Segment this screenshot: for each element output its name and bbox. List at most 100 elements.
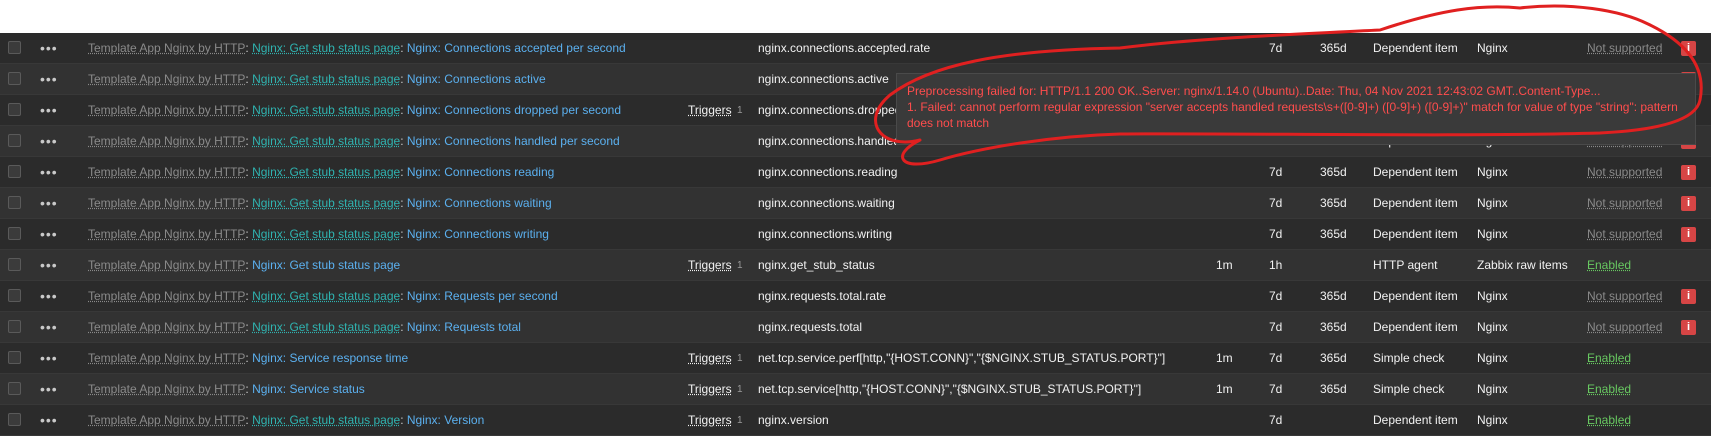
template-link[interactable]: Template App Nginx by HTTP xyxy=(88,72,245,86)
row-checkbox[interactable] xyxy=(8,413,21,426)
item-status-link[interactable]: Not supported xyxy=(1587,188,1662,219)
template-link[interactable]: Template App Nginx by HTTP xyxy=(88,41,245,55)
item-status-link[interactable]: Enabled xyxy=(1587,250,1631,281)
row-actions-icon[interactable]: ••• xyxy=(40,219,58,250)
template-link[interactable]: Template App Nginx by HTTP xyxy=(88,165,245,179)
item-type: Simple check xyxy=(1373,382,1445,396)
row-actions-icon[interactable]: ••• xyxy=(40,405,58,436)
row-checkbox[interactable] xyxy=(8,227,21,240)
triggers-link[interactable]: Triggers xyxy=(688,95,732,126)
info-error-icon[interactable]: i xyxy=(1681,320,1696,335)
row-actions-icon[interactable]: ••• xyxy=(40,188,58,219)
item-name-link[interactable]: Nginx: Requests per second xyxy=(407,289,558,303)
discovery-rule-link[interactable]: Nginx: Get stub status page xyxy=(252,227,400,241)
item-status-link[interactable]: Enabled xyxy=(1587,343,1631,374)
name-separator: : xyxy=(400,227,404,241)
item-name-link[interactable]: Nginx: Get stub status page xyxy=(252,258,400,272)
item-name-link[interactable]: Nginx: Service response time xyxy=(252,351,408,365)
discovery-rule-link[interactable]: Nginx: Get stub status page xyxy=(252,165,400,179)
row-actions-icon[interactable]: ••• xyxy=(40,343,58,374)
row-actions-icon[interactable]: ••• xyxy=(40,157,58,188)
row-actions-icon[interactable]: ••• xyxy=(40,33,58,64)
info-error-icon[interactable]: i xyxy=(1681,196,1696,211)
row-actions-icon[interactable]: ••• xyxy=(40,126,58,157)
item-name-link[interactable]: Nginx: Connections active xyxy=(407,72,546,86)
row-checkbox[interactable] xyxy=(8,382,21,395)
info-error-icon[interactable]: i xyxy=(1681,41,1696,56)
info-error-icon[interactable]: i xyxy=(1681,165,1696,180)
row-actions-icon[interactable]: ••• xyxy=(40,250,58,281)
triggers-link[interactable]: Triggers xyxy=(688,374,732,405)
name-separator: : xyxy=(400,72,404,86)
template-link[interactable]: Template App Nginx by HTTP xyxy=(88,134,245,148)
template-link[interactable]: Template App Nginx by HTTP xyxy=(88,258,245,272)
item-name-link[interactable]: Nginx: Connections dropped per second xyxy=(407,103,621,117)
discovery-rule-link[interactable]: Nginx: Get stub status page xyxy=(252,289,400,303)
item-status-link[interactable]: Not supported xyxy=(1587,219,1662,250)
item-name-link[interactable]: Nginx: Version xyxy=(407,413,484,427)
template-link[interactable]: Template App Nginx by HTTP xyxy=(88,413,245,427)
item-application: Nginx xyxy=(1477,413,1508,427)
row-actions-icon[interactable]: ••• xyxy=(40,95,58,126)
item-name-link[interactable]: Nginx: Connections writing xyxy=(407,227,549,241)
item-status-link[interactable]: Not supported xyxy=(1587,157,1662,188)
triggers-link[interactable]: Triggers xyxy=(688,250,732,281)
info-error-icon[interactable]: i xyxy=(1681,289,1696,304)
item-interval: 1m xyxy=(1216,382,1233,396)
row-checkbox[interactable] xyxy=(8,320,21,333)
row-actions-icon[interactable]: ••• xyxy=(40,281,58,312)
discovery-rule-link[interactable]: Nginx: Get stub status page xyxy=(252,72,400,86)
item-status-link[interactable]: Not supported xyxy=(1587,281,1662,312)
template-link[interactable]: Template App Nginx by HTTP xyxy=(88,103,245,117)
discovery-wrap: Nginx: Get stub status page: xyxy=(252,103,407,117)
template-link[interactable]: Template App Nginx by HTTP xyxy=(88,320,245,334)
item-name-link[interactable]: Nginx: Connections waiting xyxy=(407,196,552,210)
name-separator: : xyxy=(245,165,249,179)
item-type: Dependent item xyxy=(1373,289,1458,303)
row-checkbox[interactable] xyxy=(8,103,21,116)
item-name-link[interactable]: Nginx: Connections reading xyxy=(407,165,554,179)
discovery-rule-link[interactable]: Nginx: Get stub status page xyxy=(252,41,400,55)
discovery-rule-link[interactable]: Nginx: Get stub status page xyxy=(252,103,400,117)
row-checkbox[interactable] xyxy=(8,351,21,364)
discovery-rule-link[interactable]: Nginx: Get stub status page xyxy=(252,413,400,427)
item-name-link[interactable]: Nginx: Service status xyxy=(252,382,365,396)
item-status-link[interactable]: Enabled xyxy=(1587,405,1631,436)
discovery-rule-link[interactable]: Nginx: Get stub status page xyxy=(252,196,400,210)
row-checkbox[interactable] xyxy=(8,165,21,178)
table-row: ••• Template App Nginx by HTTP: Nginx: S… xyxy=(0,374,1711,405)
item-name-link[interactable]: Nginx: Connections accepted per second xyxy=(407,41,626,55)
name-separator: : xyxy=(400,41,404,55)
item-type: Dependent item xyxy=(1373,165,1458,179)
triggers-link[interactable]: Triggers xyxy=(688,343,732,374)
row-checkbox[interactable] xyxy=(8,196,21,209)
item-status-link[interactable]: Not supported xyxy=(1587,33,1662,64)
template-link[interactable]: Template App Nginx by HTTP xyxy=(88,289,245,303)
info-error-icon[interactable]: i xyxy=(1681,227,1696,242)
row-checkbox[interactable] xyxy=(8,72,21,85)
template-link[interactable]: Template App Nginx by HTTP xyxy=(88,196,245,210)
template-link[interactable]: Template App Nginx by HTTP xyxy=(88,227,245,241)
row-checkbox[interactable] xyxy=(8,41,21,54)
template-link[interactable]: Template App Nginx by HTTP xyxy=(88,382,245,396)
item-status-link[interactable]: Enabled xyxy=(1587,374,1631,405)
trigger-count: 1 xyxy=(737,415,743,426)
row-checkbox[interactable] xyxy=(8,258,21,271)
row-actions-icon[interactable]: ••• xyxy=(40,312,58,343)
item-name-cell: Template App Nginx by HTTP: Nginx: Get s… xyxy=(88,219,549,250)
name-separator: : xyxy=(245,72,249,86)
row-actions-icon[interactable]: ••• xyxy=(40,374,58,405)
row-actions-icon[interactable]: ••• xyxy=(40,64,58,95)
discovery-rule-link[interactable]: Nginx: Get stub status page xyxy=(252,134,400,148)
item-interval: 1m xyxy=(1216,258,1233,272)
item-name-link[interactable]: Nginx: Requests total xyxy=(407,320,521,334)
item-status-link[interactable]: Not supported xyxy=(1587,312,1662,343)
template-link[interactable]: Template App Nginx by HTTP xyxy=(88,351,245,365)
row-checkbox[interactable] xyxy=(8,134,21,147)
item-name-cell: Template App Nginx by HTTP: Nginx: Servi… xyxy=(88,374,365,405)
item-type: Simple check xyxy=(1373,351,1445,365)
item-name-link[interactable]: Nginx: Connections handled per second xyxy=(407,134,620,148)
discovery-rule-link[interactable]: Nginx: Get stub status page xyxy=(252,320,400,334)
row-checkbox[interactable] xyxy=(8,289,21,302)
triggers-link[interactable]: Triggers xyxy=(688,405,732,436)
